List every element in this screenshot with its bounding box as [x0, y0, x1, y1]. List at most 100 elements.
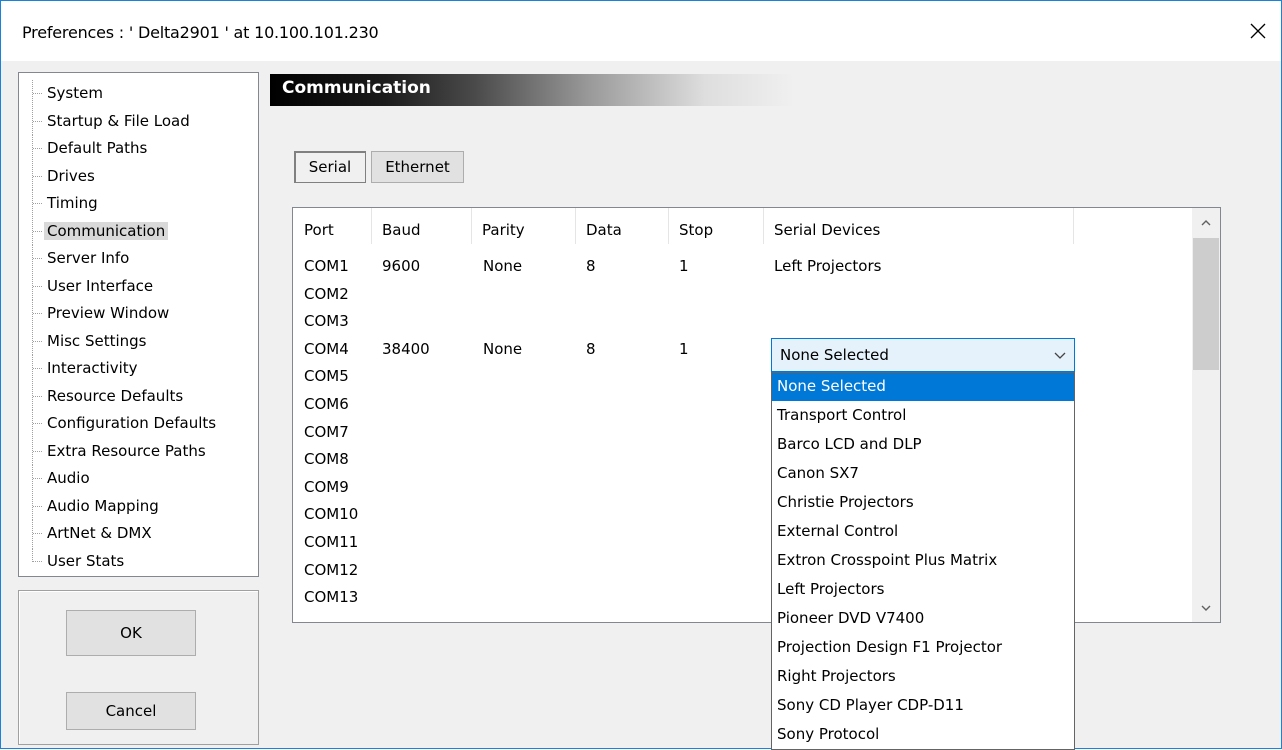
tree-guide-tick	[33, 478, 42, 479]
tree-guide-tick	[33, 93, 42, 94]
tab-ethernet-label: Ethernet	[385, 158, 450, 176]
tree-item[interactable]: Configuration Defaults	[19, 410, 257, 437]
column-header-port[interactable]: Port	[293, 208, 371, 252]
cell-port: COM11	[304, 533, 359, 551]
dropdown-option[interactable]: Sony Protocol	[772, 721, 1074, 749]
table-row[interactable]: COM3	[293, 308, 1193, 336]
dropdown-option[interactable]: Projection Design F1 Projector	[772, 634, 1074, 662]
tree-item-label: Server Info	[47, 249, 130, 267]
column-header-data[interactable]: Data	[575, 208, 668, 252]
scroll-down-button[interactable]	[1192, 594, 1220, 622]
dropdown-option[interactable]: Extron Crosspoint Plus Matrix	[772, 547, 1074, 575]
serial-device-dropdown-list[interactable]: None Selected Transport Control Barco LCD …	[771, 372, 1075, 750]
tree-guide-tick	[33, 148, 42, 149]
tree-item-label: User Stats	[47, 551, 125, 570]
tree-guide-tick	[33, 395, 42, 397]
cell-port: COM12	[304, 560, 359, 579]
tree-item[interactable]: Audio Mapping	[19, 492, 257, 520]
tree-guide-tick	[33, 368, 42, 369]
tree-item-label: Configuration Defaults	[47, 414, 217, 432]
tree-guide-tick	[33, 313, 42, 314]
cell-port: COM10	[304, 505, 359, 524]
cell-data: 8	[586, 339, 596, 358]
tree-guide-tick	[33, 285, 42, 287]
tree-guide-tick	[33, 560, 42, 562]
cell-port: COM1	[304, 257, 349, 275]
tree-guide-tick	[33, 230, 42, 232]
tree-item[interactable]: Server Info	[19, 245, 257, 272]
tab-serial[interactable]: Serial	[294, 151, 366, 183]
chevron-up-icon	[1201, 219, 1211, 225]
tab-ethernet[interactable]: Ethernet	[371, 151, 464, 183]
column-header-data-label: Data	[586, 221, 622, 239]
tree-item[interactable]: User Stats	[19, 547, 257, 575]
column-header-baud[interactable]: Baud	[371, 208, 471, 252]
cell-parity: None	[483, 339, 523, 358]
cell-baud: 9600	[382, 257, 421, 275]
preferences-tree[interactable]: System Startup & File Load Default Paths Dr…	[18, 72, 259, 577]
tree-item[interactable]: Communication	[19, 217, 257, 245]
cell-port: COM6	[304, 395, 349, 413]
cell-port: COM2	[304, 284, 349, 303]
tree-item-label: Audio Mapping	[47, 496, 159, 515]
column-header-serial-devices[interactable]: Serial Devices	[763, 208, 1073, 252]
tree-item[interactable]: System	[19, 80, 257, 107]
cancel-button-label: Cancel	[105, 702, 157, 720]
tree-item-label: User Interface	[47, 276, 154, 295]
ok-button-label: OK	[120, 624, 142, 642]
window-title: Preferences : ' Delta2901 ' at 10.100.10…	[22, 23, 379, 42]
cell-device: Left Projectors	[774, 257, 882, 275]
dropdown-option[interactable]: Sony CD Player CDP-D11	[772, 692, 1074, 720]
tree-guide-tick	[33, 175, 42, 177]
tree-item-label: Drives	[47, 166, 95, 185]
close-button[interactable]	[1235, 1, 1281, 61]
dropdown-option[interactable]: Transport Control	[772, 402, 1074, 430]
tree-item[interactable]: ArtNet & DMX	[19, 520, 257, 547]
tree-item[interactable]: Drives	[19, 162, 257, 190]
ok-button[interactable]: OK	[66, 610, 196, 656]
cell-port: COM5	[304, 367, 349, 386]
tree-item-label: Extra Resource Paths	[47, 441, 206, 460]
tree-item[interactable]: Extra Resource Paths	[19, 437, 257, 465]
dropdown-option[interactable]: Christie Projectors	[772, 489, 1074, 517]
tree-item-label: Audio	[47, 469, 90, 487]
tree-item[interactable]: Preview Window	[19, 300, 257, 327]
tree-item[interactable]: Default Paths	[19, 135, 257, 162]
chevron-down-icon[interactable]	[1054, 347, 1066, 363]
dropdown-option[interactable]: External Control	[772, 518, 1074, 546]
column-header-port-label: Port	[304, 221, 334, 239]
column-divider[interactable]	[1073, 208, 1074, 244]
tree-item[interactable]: User Interface	[19, 272, 257, 300]
tree-item-label: System	[47, 84, 103, 102]
serial-ports-table[interactable]: Port Baud Parity Data Stop Serial Device…	[292, 207, 1221, 623]
cancel-button[interactable]: Cancel	[66, 692, 196, 730]
tree-item-label: Interactivity	[47, 359, 138, 377]
tree-item[interactable]: Resource Defaults	[19, 382, 257, 410]
tree-guide-tick	[33, 203, 42, 204]
dropdown-option[interactable]: Right Projectors	[772, 663, 1074, 691]
tree-item[interactable]: Interactivity	[19, 355, 257, 382]
dropdown-option[interactable]: Canon SX7	[772, 460, 1074, 488]
column-header-parity[interactable]: Parity	[471, 208, 575, 252]
dropdown-option[interactable]: Barco LCD and DLP	[772, 431, 1074, 459]
tree-guide-tick	[33, 450, 42, 452]
title-bar: Preferences : ' Delta2901 ' at 10.100.10…	[1, 1, 1281, 61]
vertical-scrollbar[interactable]	[1192, 208, 1220, 622]
table-row[interactable]: COM2	[293, 281, 1193, 309]
cell-port: COM3	[304, 312, 349, 331]
scroll-up-button[interactable]	[1192, 208, 1220, 236]
cell-port: COM8	[304, 450, 349, 469]
scroll-thumb[interactable]	[1193, 238, 1219, 370]
column-header-stop[interactable]: Stop	[668, 208, 763, 252]
dropdown-option[interactable]: None Selected	[772, 373, 1074, 401]
tree-item[interactable]: Audio	[19, 465, 257, 492]
tree-guide-line	[32, 547, 33, 562]
dropdown-option[interactable]: Pioneer DVD V7400	[772, 605, 1074, 633]
table-row[interactable]: COM1 9600 None 8 1 Left Projectors	[293, 253, 1193, 281]
tree-item[interactable]: Timing	[19, 190, 257, 217]
tree-item[interactable]: Misc Settings	[19, 327, 257, 355]
tree-item-label: Preview Window	[47, 304, 170, 322]
dropdown-option[interactable]: Left Projectors	[772, 576, 1074, 604]
tree-item[interactable]: Startup & File Load	[19, 107, 257, 135]
serial-device-combobox[interactable]: None Selected	[771, 338, 1075, 372]
